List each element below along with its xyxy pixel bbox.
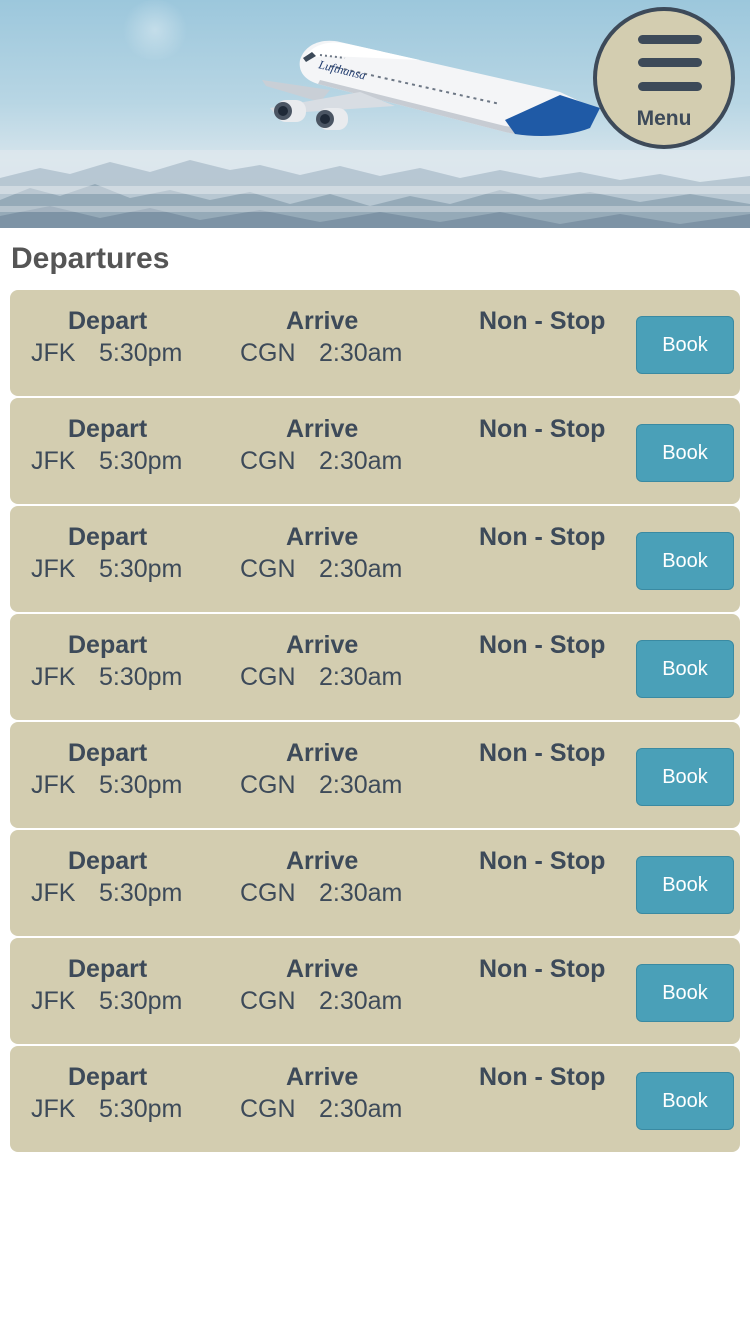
- depart-label: Depart: [68, 847, 148, 875]
- book-button[interactable]: Book: [636, 424, 734, 482]
- arrive-time: 2:30am: [319, 339, 403, 367]
- depart-airport-code: JFK: [31, 987, 76, 1015]
- flight-card: Depart Arrive Non - Stop JFK 5:30pm CGN …: [10, 938, 740, 1044]
- stops-label: Non - Stop: [479, 739, 606, 767]
- arrive-time: 2:30am: [319, 447, 403, 475]
- depart-time: 5:30pm: [99, 879, 183, 907]
- depart-time: 5:30pm: [99, 771, 183, 799]
- book-button[interactable]: Book: [636, 748, 734, 806]
- arrive-airport-code: CGN: [240, 555, 296, 583]
- arrive-time: 2:30am: [319, 555, 403, 583]
- flight-card: Depart Arrive Non - Stop JFK 5:30pm CGN …: [10, 722, 740, 828]
- stops-label: Non - Stop: [479, 415, 606, 443]
- arrive-label: Arrive: [286, 1063, 359, 1091]
- arrive-time: 2:30am: [319, 1095, 403, 1123]
- depart-airport-code: JFK: [31, 879, 76, 907]
- hamburger-icon: [638, 35, 702, 91]
- stops-label: Non - Stop: [479, 631, 606, 659]
- arrive-label: Arrive: [286, 523, 359, 551]
- depart-label: Depart: [68, 307, 148, 335]
- depart-label: Depart: [68, 955, 148, 983]
- arrive-label: Arrive: [286, 847, 359, 875]
- arrive-airport-code: CGN: [240, 987, 296, 1015]
- depart-time: 5:30pm: [99, 987, 183, 1015]
- arrive-airport-code: CGN: [240, 1095, 296, 1123]
- depart-airport-code: JFK: [31, 555, 76, 583]
- depart-label: Depart: [68, 415, 148, 443]
- menu-button[interactable]: Menu: [593, 7, 735, 149]
- depart-time: 5:30pm: [99, 555, 183, 583]
- arrive-airport-code: CGN: [240, 771, 296, 799]
- arrive-airport-code: CGN: [240, 447, 296, 475]
- airplane-graphic: Lufthansa: [262, 40, 600, 137]
- stops-label: Non - Stop: [479, 307, 606, 335]
- depart-time: 5:30pm: [99, 339, 183, 367]
- stops-label: Non - Stop: [479, 1063, 606, 1091]
- book-button[interactable]: Book: [636, 640, 734, 698]
- stops-label: Non - Stop: [479, 955, 606, 983]
- arrive-time: 2:30am: [319, 879, 403, 907]
- flight-card: Depart Arrive Non - Stop JFK 5:30pm CGN …: [10, 398, 740, 504]
- book-button[interactable]: Book: [636, 964, 734, 1022]
- stops-label: Non - Stop: [479, 847, 606, 875]
- engine-right: [316, 108, 348, 130]
- book-button[interactable]: Book: [636, 856, 734, 914]
- arrive-label: Arrive: [286, 307, 359, 335]
- engine-left: [274, 100, 306, 122]
- arrive-label: Arrive: [286, 631, 359, 659]
- depart-airport-code: JFK: [31, 447, 76, 475]
- depart-airport-code: JFK: [31, 339, 76, 367]
- page-title: Departures: [11, 242, 170, 275]
- stops-label: Non - Stop: [479, 523, 606, 551]
- depart-label: Depart: [68, 523, 148, 551]
- app-screen: Lufthansa Menu Departures Depart Arrive …: [0, 0, 750, 1334]
- depart-time: 5:30pm: [99, 1095, 183, 1123]
- book-button[interactable]: Book: [636, 532, 734, 590]
- arrive-airport-code: CGN: [240, 663, 296, 691]
- depart-label: Depart: [68, 631, 148, 659]
- flight-list[interactable]: Depart Arrive Non - Stop JFK 5:30pm CGN …: [10, 290, 740, 1156]
- arrive-time: 2:30am: [319, 771, 403, 799]
- arrive-airport-code: CGN: [240, 879, 296, 907]
- arrive-airport-code: CGN: [240, 339, 296, 367]
- depart-airport-code: JFK: [31, 771, 76, 799]
- arrive-label: Arrive: [286, 955, 359, 983]
- arrive-label: Arrive: [286, 739, 359, 767]
- menu-label: Menu: [636, 107, 692, 130]
- flight-card: Depart Arrive Non - Stop JFK 5:30pm CGN …: [10, 1046, 740, 1152]
- flight-card: Depart Arrive Non - Stop JFK 5:30pm CGN …: [10, 290, 740, 396]
- book-button[interactable]: Book: [636, 316, 734, 374]
- book-button[interactable]: Book: [636, 1072, 734, 1130]
- depart-label: Depart: [68, 739, 148, 767]
- flight-card: Depart Arrive Non - Stop JFK 5:30pm CGN …: [10, 614, 740, 720]
- arrive-time: 2:30am: [319, 663, 403, 691]
- hero-banner: Lufthansa Menu: [0, 0, 750, 228]
- depart-time: 5:30pm: [99, 447, 183, 475]
- arrive-label: Arrive: [286, 415, 359, 443]
- depart-airport-code: JFK: [31, 663, 76, 691]
- arrive-time: 2:30am: [319, 987, 403, 1015]
- flight-card: Depart Arrive Non - Stop JFK 5:30pm CGN …: [10, 506, 740, 612]
- depart-time: 5:30pm: [99, 663, 183, 691]
- flight-card: Depart Arrive Non - Stop JFK 5:30pm CGN …: [10, 830, 740, 936]
- depart-label: Depart: [68, 1063, 148, 1091]
- depart-airport-code: JFK: [31, 1095, 76, 1123]
